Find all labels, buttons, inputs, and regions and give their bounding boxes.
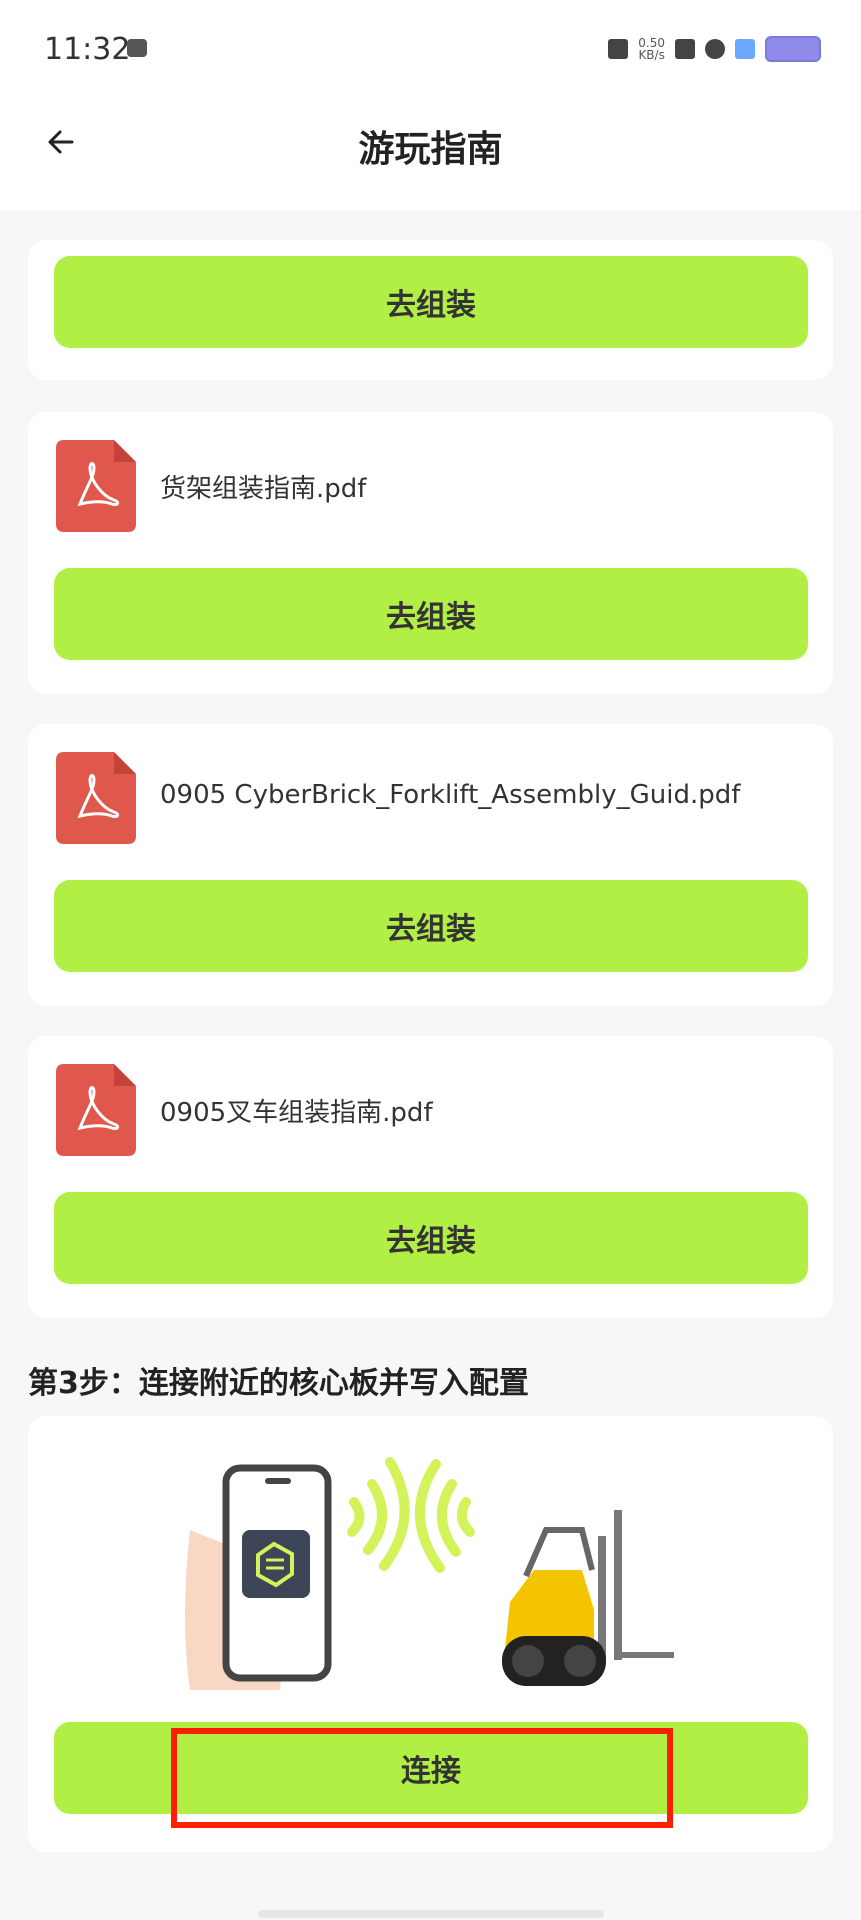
home-indicator <box>258 1910 604 1918</box>
signal-icon <box>735 39 755 59</box>
pdf-file-name[interactable]: 0905叉车组装指南.pdf <box>160 1092 433 1129</box>
network-speed: 0.50 KB/s <box>638 37 665 61</box>
message-icon <box>127 39 147 57</box>
pdf-file-name[interactable]: 货架组装指南.pdf <box>160 468 366 505</box>
status-icons: 0.50 KB/s <box>608 36 821 62</box>
highlight-box <box>171 1728 673 1828</box>
assemble-button-4[interactable]: 去组装 <box>54 1192 808 1284</box>
status-bar: 11:32 0.50 KB/s <box>0 0 861 100</box>
assemble-button-1[interactable]: 去组装 <box>54 256 808 348</box>
sim-icon <box>675 39 695 59</box>
wifi-icon <box>705 39 725 59</box>
pdf-file-icon <box>56 440 136 532</box>
phone-forklift-illustration <box>185 1457 674 1690</box>
assemble-button-2[interactable]: 去组装 <box>54 568 808 660</box>
step-3-title: 第3步：连接附近的核心板并写入配置 <box>28 1366 529 1401</box>
pdf-file-name[interactable]: 0905 CyberBrick_Forklift_Assembly_Guid.p… <box>160 780 740 810</box>
battery-icon <box>765 36 821 62</box>
network-speed-unit: KB/s <box>638 48 665 62</box>
page-title: 游玩指南 <box>358 129 503 170</box>
assemble-button-3[interactable]: 去组装 <box>54 880 808 972</box>
mute-icon <box>608 39 629 59</box>
status-time: 11:32 <box>44 32 131 67</box>
pdf-file-icon <box>56 1064 136 1156</box>
pdf-file-icon <box>56 752 136 844</box>
